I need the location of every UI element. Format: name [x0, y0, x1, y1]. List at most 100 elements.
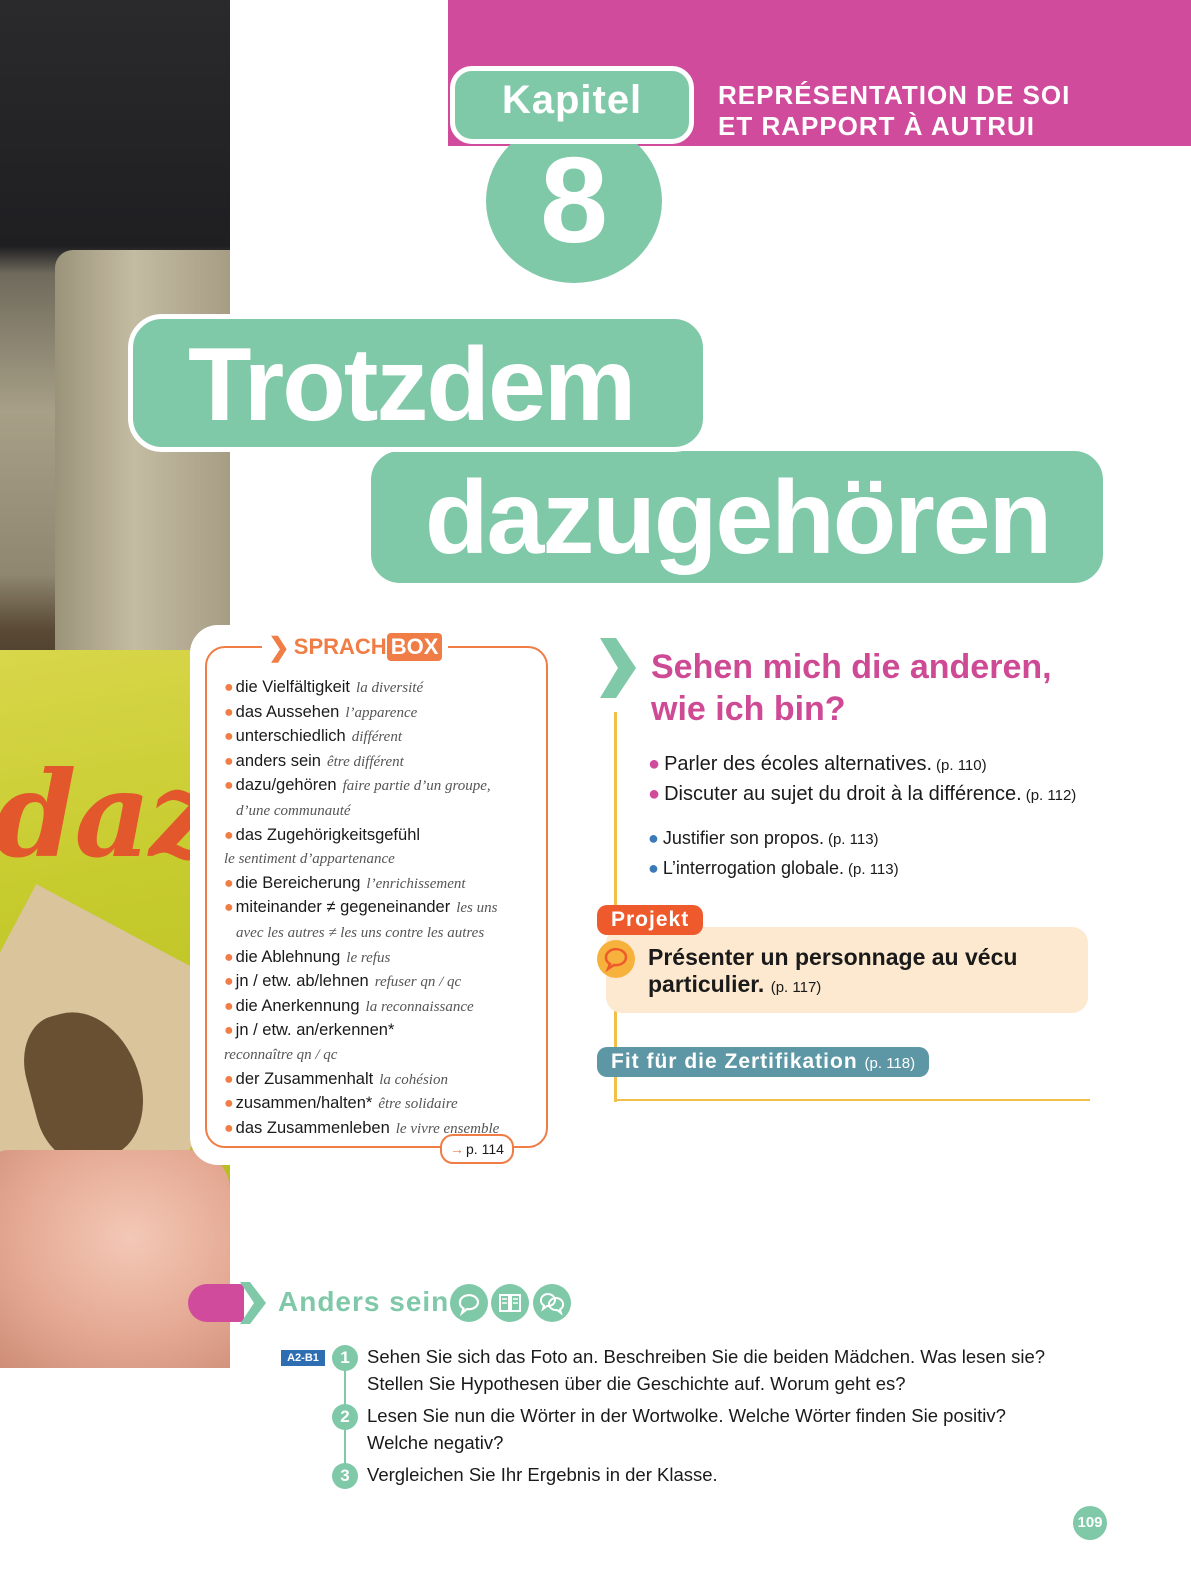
vocab-item: ● das Zugehörigkeitsgefühl — [224, 824, 544, 848]
chapter-theme: REPRÉSENTATION DE SOI ET RAPPORT À AUTRU… — [718, 80, 1178, 142]
vocab-item: ● jn / etw. an/erkennen* — [224, 1019, 544, 1043]
vocab-german: zusammen/halten* — [235, 1094, 373, 1113]
sprachbox-ref-text: p. 114 — [466, 1141, 504, 1157]
exercise-line-1: Vergleichen Sie Ihr Ergebnis in der Klas… — [367, 1464, 718, 1485]
page-number: 109 — [1073, 1506, 1107, 1540]
vocabulary-list: ● die Vielfältigkeit la diversité ● das Auss… — [224, 676, 544, 1141]
projekt-description: Présenter un personnage au vécu particul… — [648, 944, 1078, 1001]
vocab-german: die Vielfältigkeit — [235, 678, 351, 696]
goal-item: ● Parler des écoles alternatives. (p. 110) — [648, 750, 1076, 780]
bullet-icon: ● — [224, 973, 234, 991]
bullet-icon: ● — [224, 997, 234, 1015]
vocab-item: ● die Ablehnung le refus — [224, 946, 544, 971]
exercise-text: Vergleichen Sie Ihr Ergebnis in der Klas… — [367, 1461, 1067, 1488]
goal-text: Justifier son propos. — [662, 828, 824, 848]
vocab-german: das Zugehörigkeitsgefühl — [235, 825, 421, 844]
goal-page: (p. 110) — [936, 757, 987, 774]
vocab-french: être différent — [326, 753, 404, 770]
exercise-line-1: Sehen Sie sich das Foto an. Beschreiben … — [367, 1346, 1046, 1367]
vocab-german: unterschiedlich — [235, 727, 346, 746]
question-title: Sehen mich die anderen, wie ich bin? — [651, 646, 1111, 730]
vocab-german: die Anerkennung — [235, 996, 360, 1015]
vocab-item: ● anders sein être différent — [224, 750, 544, 775]
vocab-french: différent — [351, 729, 403, 746]
exercise-number: 2 — [332, 1404, 358, 1430]
goal-item: ● L’interrogation globale. (p. 113) — [648, 854, 899, 884]
vocab-french: l’apparence — [345, 704, 418, 721]
vocab-item: ● miteinander ≠ gegeneinander les uns — [224, 896, 544, 921]
sprachbox-page-reference[interactable]: → p. 114 — [440, 1134, 514, 1164]
vocab-item: ● unterschiedlich différent — [224, 725, 544, 750]
sprachbox-label-part-1: SPRACH — [293, 634, 387, 659]
goal-item: ● Discuter au sujet du droit à la différe… — [648, 780, 1076, 810]
chapter-title-line-1: Trotzdem — [188, 327, 636, 443]
vocab-german: das Zusammenleben — [235, 1118, 390, 1137]
dialogue-icon — [533, 1284, 571, 1322]
exercise-line-2: Stellen Sie Hypothesen über die Geschich… — [367, 1373, 906, 1394]
bullet-icon: ● — [224, 1070, 234, 1088]
section-title: Anders sein — [278, 1286, 450, 1317]
goal-page: (p. 113) — [827, 831, 879, 848]
book-icon — [491, 1284, 529, 1322]
projekt-page: (p. 117) — [770, 979, 822, 996]
chapter-number: 8 — [540, 132, 608, 268]
projekt-line-1: Présenter un personnage au vécu — [648, 944, 1018, 970]
vocab-french: la cohésion — [379, 1071, 448, 1088]
fit-label: Fit für die Zertifikation — [611, 1050, 858, 1073]
vocab-french-continued: reconnaître qn / qc — [224, 1043, 544, 1068]
goal-text: Discuter au sujet du droit à la différen… — [664, 783, 1022, 805]
vocab-french-continued: avec les autres ≠ les uns contre les aut… — [224, 921, 544, 946]
vocab-french: le sentiment d’appartenance — [224, 851, 395, 868]
speech-bubble-icon — [597, 940, 635, 978]
photo-hand — [0, 1150, 230, 1368]
fit-page: (p. 118) — [864, 1055, 916, 1072]
vocab-item: ● die Bereicherung l’enrichissement — [224, 872, 544, 897]
fit-zertifikation-tag[interactable]: Fit für die Zertifikation (p. 118) — [597, 1047, 930, 1077]
bullet-icon: ● — [224, 948, 234, 966]
bullet-icon: ● — [224, 899, 234, 917]
vocab-french: le refus — [346, 949, 391, 966]
exercise-text: Lesen Sie nun die Wörter in der Wortwolk… — [367, 1402, 1067, 1456]
bullet-icon: ● — [648, 783, 661, 805]
grammar-goals-list: ● Justifier son propos. (p. 113) ● L’interro… — [648, 824, 899, 884]
vocab-german: jn / etw. an/erkennen* — [235, 1021, 395, 1040]
sprachbox-logo: ❯ SPRACH BOX — [262, 630, 449, 664]
vocab-french: la reconnaissance — [365, 998, 474, 1015]
question-title-line-1: Sehen mich die anderen, — [651, 648, 1052, 686]
exercise-number: 3 — [332, 1463, 358, 1489]
bullet-icon: ● — [648, 753, 661, 775]
bullet-icon: ● — [224, 826, 234, 844]
vocab-french: reconnaître qn / qc — [224, 1046, 338, 1063]
question-title-line-2: wie ich bin? — [651, 690, 846, 728]
chapter-label: Kapitel — [501, 78, 643, 122]
vocab-french: faire partie d’un groupe, — [342, 778, 491, 795]
vocab-french: être solidaire — [378, 1096, 458, 1113]
question-bottom-rule — [614, 1099, 1090, 1101]
vocab-german: anders sein — [235, 751, 321, 770]
vocab-french-continued: le sentiment d’appartenance — [224, 847, 544, 872]
vocab-german: jn / etw. ab/lehnen — [235, 972, 369, 991]
vocab-french: d’une communauté — [236, 802, 351, 819]
question-chevron-icon — [600, 638, 636, 698]
vocab-german: miteinander ≠ gegeneinander — [235, 898, 451, 917]
bullet-icon: ● — [224, 703, 234, 721]
vocab-item: ● die Vielfältigkeit la diversité — [224, 676, 544, 701]
goal-text: Parler des écoles alternatives. — [664, 753, 933, 775]
vocab-item: ● dazu/gehören faire partie d’un groupe, — [224, 774, 544, 799]
sprachbox-label-part-2: BOX — [386, 633, 443, 661]
exercise-number: 1 — [332, 1345, 358, 1371]
theme-line-1: REPRÉSENTATION DE SOI — [718, 80, 1071, 110]
chevron-right-icon: ❯ — [268, 631, 290, 662]
bullet-icon: ● — [224, 777, 234, 795]
exercise-text: Sehen Sie sich das Foto an. Beschreiben … — [367, 1343, 1067, 1397]
vocab-item: ● das Aussehen l’apparence — [224, 701, 544, 726]
level-badge: A2-B1 — [281, 1350, 325, 1366]
vocab-german: die Ablehnung — [235, 947, 341, 966]
goal-page: (p. 112) — [1025, 787, 1077, 804]
vocab-french: l’enrichissement — [366, 875, 466, 892]
vocab-french: les uns — [456, 900, 498, 917]
section-marker-pill — [188, 1284, 244, 1322]
bullet-icon: ● — [224, 874, 234, 892]
projekt-tag: Projekt — [597, 905, 704, 935]
theme-line-2: ET RAPPORT À AUTRUI — [718, 111, 1036, 141]
